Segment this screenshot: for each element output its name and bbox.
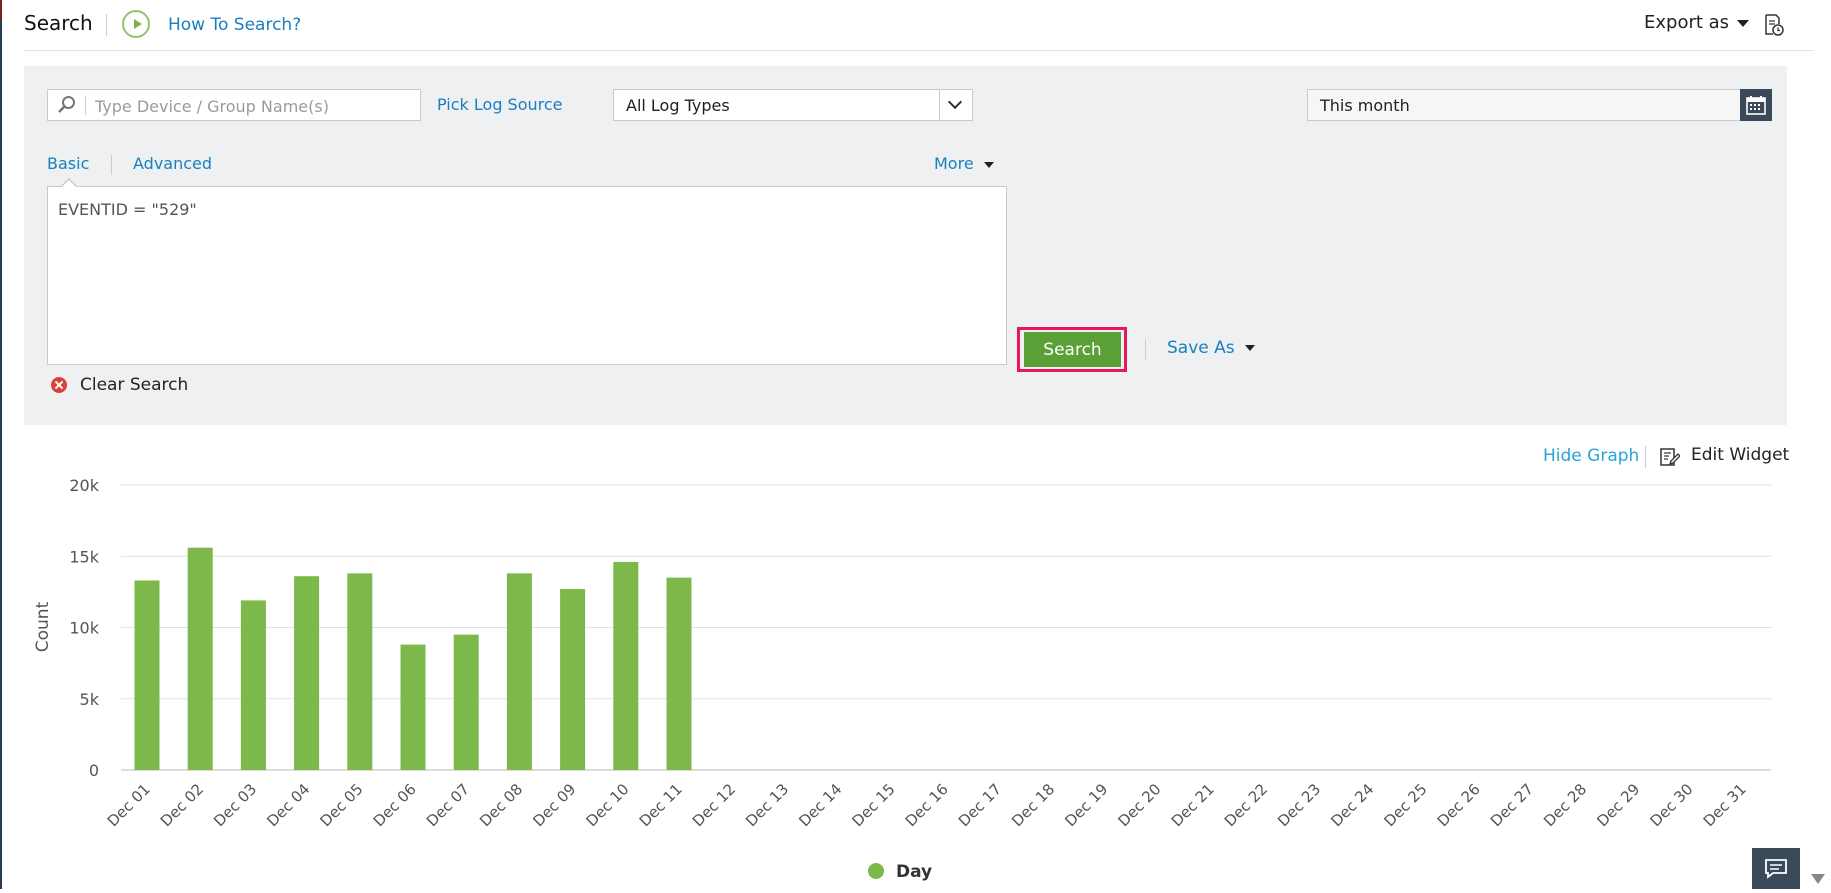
device-box-divider — [85, 96, 86, 115]
x-tick-label: Dec 02 — [157, 780, 207, 830]
calendar-button[interactable] — [1740, 89, 1772, 121]
x-tick-label: Dec 28 — [1540, 780, 1590, 830]
header-divider-line — [24, 50, 1814, 51]
x-tick-label: Dec 13 — [742, 780, 792, 830]
export-as-button[interactable]: Export as — [1644, 12, 1750, 33]
more-label: More — [934, 154, 974, 173]
chat-button[interactable] — [1752, 848, 1800, 889]
tab-basic[interactable]: Basic — [47, 154, 89, 173]
x-tick-label: Dec 03 — [210, 780, 260, 830]
legend-label: Day — [896, 862, 933, 882]
x-tick-label: Dec 30 — [1647, 780, 1697, 830]
bar — [666, 577, 692, 770]
date-range-field[interactable]: This month — [1307, 89, 1772, 121]
header-divider — [106, 14, 107, 36]
bar — [453, 634, 479, 770]
x-tick-label: Dec 23 — [1274, 780, 1324, 830]
x-tick-label: Dec 15 — [849, 780, 899, 830]
x-tick-label: Dec 29 — [1593, 780, 1643, 830]
x-tick-label: Dec 24 — [1327, 780, 1377, 830]
query-editor[interactable] — [47, 186, 1007, 365]
clear-search-link[interactable]: Clear Search — [80, 375, 188, 395]
chat-icon — [1765, 859, 1787, 879]
x-tick-label: Dec 04 — [263, 780, 313, 830]
x-tick-label: Dec 14 — [795, 780, 845, 830]
log-type-value: All Log Types — [626, 96, 730, 115]
device-group-input[interactable] — [93, 93, 417, 119]
pick-log-source-link[interactable]: Pick Log Source — [437, 95, 563, 114]
schedule-report-icon[interactable] — [1764, 14, 1784, 36]
y-tick-label: 20k — [69, 476, 99, 495]
x-tick-label: Dec 18 — [1008, 780, 1058, 830]
x-tick-label: Dec 21 — [1168, 780, 1218, 830]
page-title: Search — [24, 11, 93, 35]
x-tick-label: Dec 31 — [1700, 780, 1750, 830]
bar — [134, 580, 160, 770]
y-tick-label: 0 — [89, 761, 99, 780]
log-type-dropdown-button[interactable] — [939, 90, 972, 120]
bar — [294, 576, 320, 770]
bar — [613, 561, 639, 770]
bar — [560, 589, 586, 770]
bar — [187, 547, 213, 770]
x-tick-label: Dec 09 — [529, 780, 579, 830]
tab-advanced[interactable]: Advanced — [133, 154, 212, 173]
x-tick-label: Dec 10 — [583, 780, 633, 830]
more-button[interactable]: More — [934, 154, 994, 173]
x-tick-label: Dec 12 — [689, 780, 739, 830]
x-tick-label: Dec 06 — [370, 780, 420, 830]
x-tick-label: Dec 20 — [1115, 780, 1165, 830]
y-axis-label: Count — [33, 601, 53, 652]
bar — [506, 573, 532, 770]
bar — [400, 644, 426, 770]
y-tick-label: 15k — [69, 547, 99, 566]
chevron-down-icon — [947, 94, 963, 110]
bar — [240, 600, 266, 770]
bar — [347, 573, 373, 770]
x-tick-label: Dec 05 — [317, 780, 367, 830]
save-as-label: Save As — [1167, 338, 1235, 358]
log-type-select[interactable]: All Log Types — [613, 89, 973, 121]
x-tick-label: Dec 16 — [902, 780, 952, 830]
caret-down-icon — [1737, 19, 1750, 27]
x-tick-label: Dec 22 — [1221, 780, 1271, 830]
page-header: Search How To Search? Export as — [0, 0, 1831, 51]
caret-down-icon — [983, 161, 994, 168]
x-tick-label: Dec 17 — [955, 780, 1005, 830]
x-tick-label: Dec 25 — [1381, 780, 1431, 830]
search-icon — [58, 96, 75, 113]
caret-down-icon — [1244, 345, 1255, 351]
x-tick-label: Dec 27 — [1487, 780, 1537, 830]
y-tick-label: 5k — [80, 690, 100, 709]
play-circle-icon[interactable] — [122, 10, 150, 38]
save-as-button[interactable]: Save As — [1167, 338, 1255, 358]
save-as-divider — [1145, 339, 1146, 360]
x-tick-label: Dec 08 — [476, 780, 526, 830]
legend-marker — [868, 863, 884, 879]
active-tab-pointer-fill — [61, 180, 77, 188]
x-tick-label: Dec 01 — [104, 780, 154, 830]
export-as-label: Export as — [1644, 12, 1730, 33]
search-button[interactable]: Search — [1024, 332, 1121, 367]
scroll-down-arrow[interactable] — [1811, 874, 1825, 884]
calendar-icon — [1746, 96, 1766, 115]
y-tick-label: 10k — [69, 619, 99, 638]
x-tick-label: Dec 26 — [1434, 780, 1484, 830]
tab-divider — [111, 155, 112, 175]
device-search-box[interactable] — [47, 89, 421, 121]
x-tick-label: Dec 19 — [1061, 780, 1111, 830]
how-to-search-link[interactable]: How To Search? — [168, 15, 301, 35]
x-tick-label: Dec 11 — [636, 780, 686, 830]
date-range-value: This month — [1320, 96, 1410, 115]
bar-chart: 05k10k15k20kCountDec 01 Dec 02 Dec 03 Dec 0… — [33, 476, 1771, 830]
clear-x-icon[interactable] — [51, 377, 67, 393]
x-tick-label: Dec 07 — [423, 780, 473, 830]
